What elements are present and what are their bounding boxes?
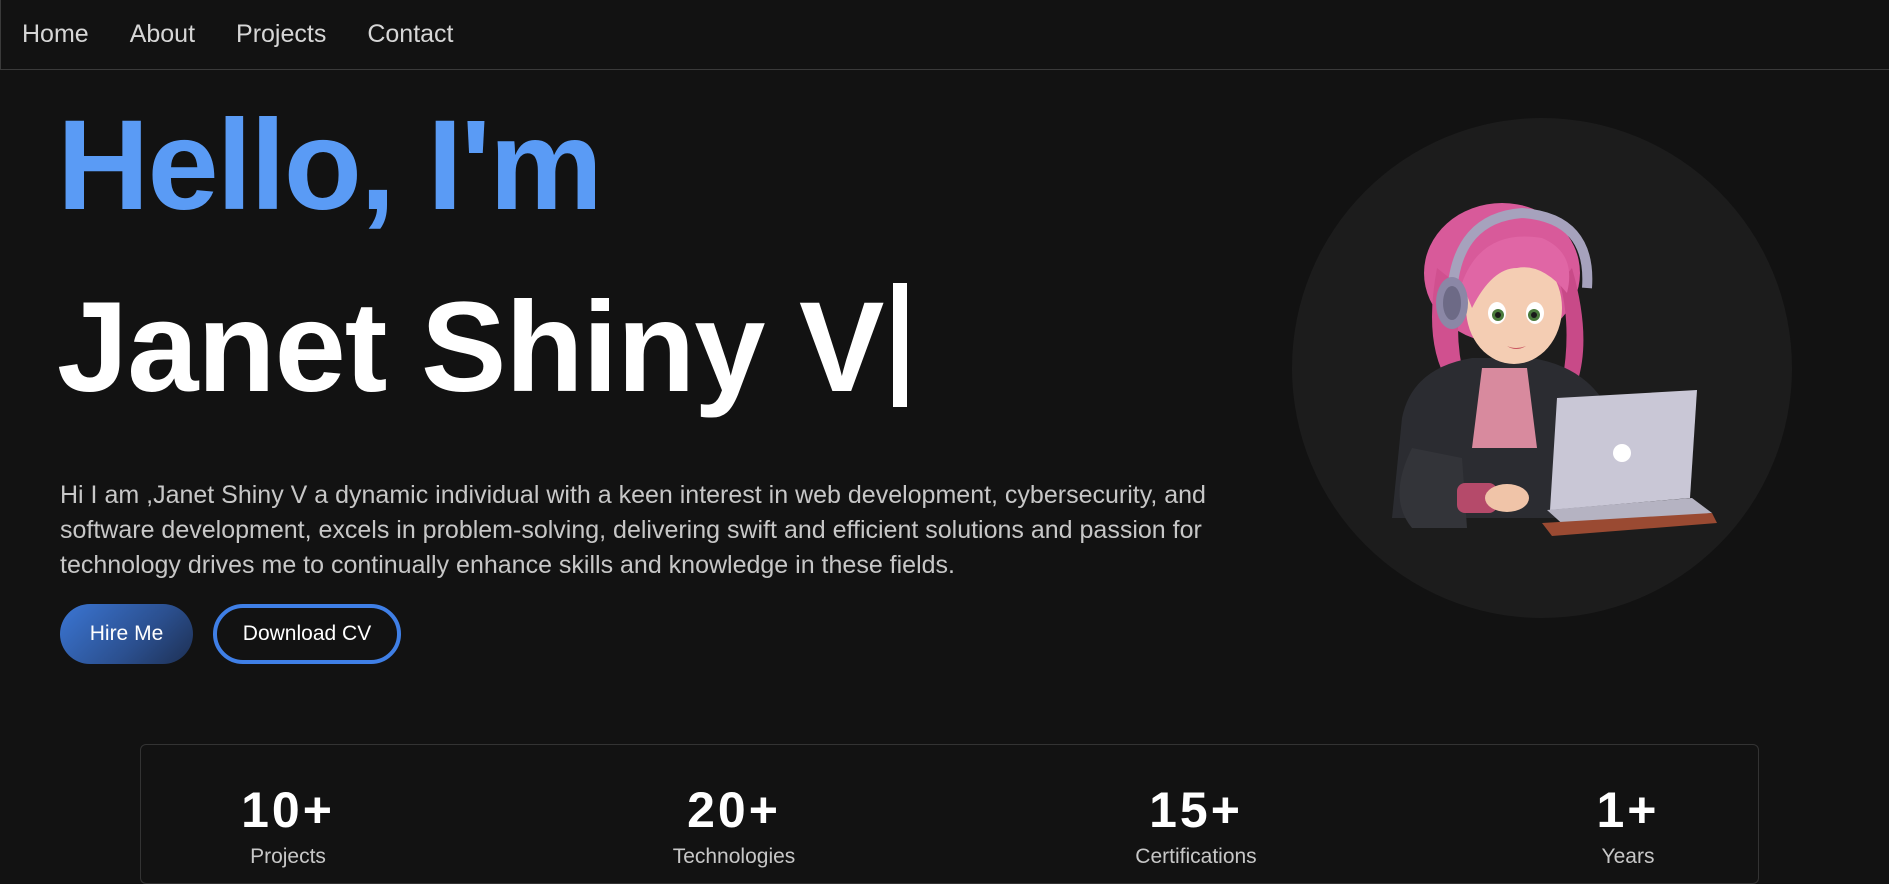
- stat-certifications-value: 15+: [1149, 782, 1243, 838]
- stat-projects: 10+ Projects: [138, 785, 438, 869]
- nav-projects-link[interactable]: Projects: [236, 20, 326, 49]
- stat-technologies-value: 20+: [687, 782, 781, 838]
- hero-bio: Hi I am ,Janet Shiny V a dynamic individ…: [60, 481, 1206, 579]
- hero-name: Janet Shiny V: [57, 276, 908, 419]
- hero-name-text: Janet Shiny V: [57, 276, 884, 419]
- nav-about-link[interactable]: About: [130, 20, 195, 49]
- nav-contact-link[interactable]: Contact: [367, 20, 453, 49]
- hero-greeting: Hello, I'm: [57, 94, 603, 237]
- stat-years: 1+ Years: [1478, 785, 1778, 869]
- stat-projects-label: Projects: [250, 845, 326, 868]
- stat-certifications: 15+ Certifications: [1046, 785, 1346, 869]
- stat-certifications-label: Certifications: [1135, 845, 1257, 868]
- stat-technologies-label: Technologies: [672, 845, 796, 868]
- avatar: [1292, 118, 1792, 618]
- developer-girl-laptop-icon: [1392, 203, 1717, 536]
- top-navbar: Home About Projects Contact: [0, 0, 1889, 70]
- stat-years-label: Years: [1601, 845, 1655, 868]
- typing-cursor: [893, 283, 908, 407]
- stat-technologies: 20+ Technologies: [584, 785, 884, 869]
- stats-panel: 10+ Projects 20+ Technologies 15+ Certif…: [140, 744, 1759, 884]
- stat-projects-value: 10+: [241, 782, 335, 838]
- stat-years-value: 1+: [1596, 782, 1660, 838]
- download-cv-button[interactable]: Download CV: [213, 604, 401, 664]
- nav-home-link[interactable]: Home: [22, 20, 89, 49]
- hire-me-button[interactable]: Hire Me: [60, 604, 193, 664]
